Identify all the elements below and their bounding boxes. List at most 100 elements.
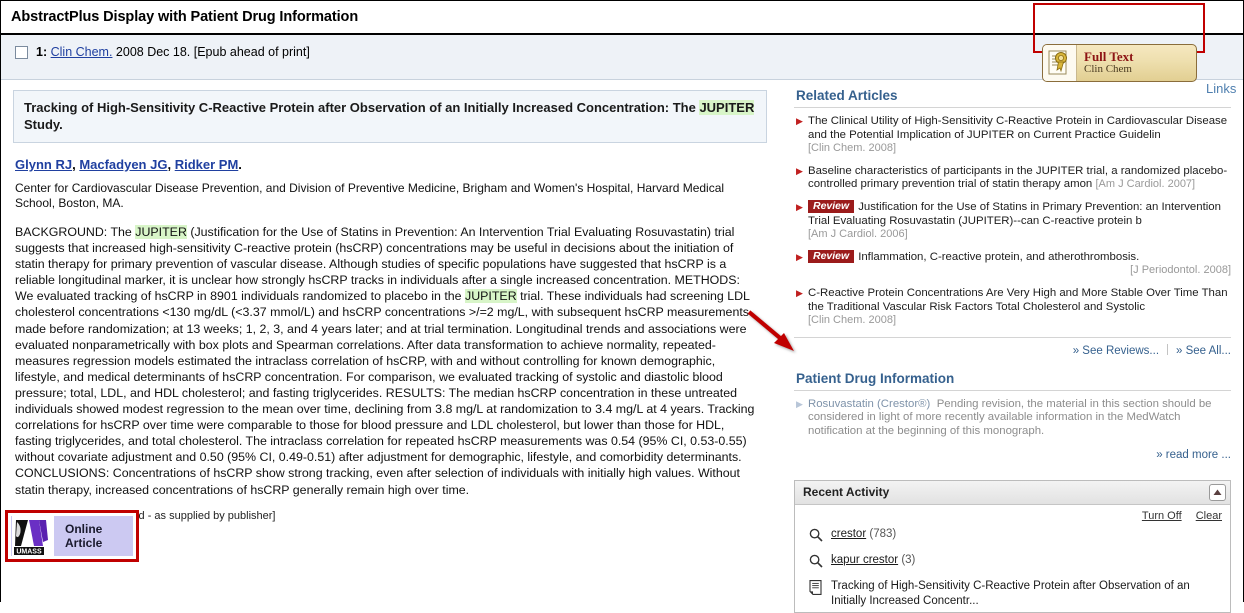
author-link[interactable]: Macfadyen JG — [79, 157, 167, 172]
recent-activity-text: kapur crestor (3) — [831, 553, 915, 568]
journal-link[interactable]: Clin Chem. — [51, 45, 113, 59]
recent-activity-item[interactable]: Tracking of High-Sensitivity C-Reactive … — [795, 576, 1230, 612]
see-reviews-link[interactable]: » See Reviews... — [1073, 345, 1159, 357]
related-article-link[interactable]: Inflammation, C-reactive protein, and at… — [858, 251, 1139, 263]
document-icon — [809, 579, 831, 600]
related-article-source: [J Periodontol. 2008] — [1130, 264, 1231, 277]
certificate-ribbon-icon — [1043, 45, 1077, 81]
bullet-arrow-icon: ▶ — [796, 165, 803, 176]
see-all-link[interactable]: » See All... — [1176, 345, 1231, 357]
online-article-line2: Article — [65, 536, 103, 550]
article-title-pre: Tracking of High-Sensitivity C-Reactive … — [24, 100, 700, 115]
author-sep: , — [167, 157, 175, 172]
related-article-body: Baseline characteristics of participants… — [808, 165, 1231, 192]
full-text-button[interactable]: Full Text Clin Chem — [1042, 44, 1197, 82]
bullet-arrow-icon: ▶ — [796, 201, 803, 212]
search-icon — [809, 553, 831, 573]
full-text-labels: Full Text Clin Chem — [1077, 50, 1134, 75]
page-title: AbstractPlus Display with Patient Drug I… — [11, 9, 359, 25]
patient-drug-information-item[interactable]: ▶ Rosuvastatin (Crestor®) Pending revisi… — [794, 398, 1231, 439]
related-article-source: [Am J Cardiol. 2006] — [808, 228, 908, 241]
recent-activity-header: Recent Activity — [795, 480, 1230, 505]
bullet-arrow-icon: ▶ — [796, 116, 803, 126]
review-badge: Review — [808, 199, 855, 213]
related-articles-list: ▶ The Clinical Utility of High-Sensitivi… — [794, 115, 1231, 328]
recent-activity-actions: Turn Off Clear — [795, 505, 1230, 524]
recent-activity-count: (783) — [869, 527, 897, 540]
related-article-link[interactable]: The Clinical Utility of High-Sensitivity… — [808, 115, 1227, 141]
patient-drug-information-body: Rosuvastatin (Crestor®) Pending revision… — [808, 398, 1231, 439]
links-label[interactable]: Links — [1206, 81, 1236, 96]
related-articles-heading: Related Articles — [796, 88, 898, 103]
read-more-link[interactable]: » read more ... — [1156, 449, 1231, 461]
related-article-item[interactable]: ▶ Review Inflammation, C-reactive protein… — [794, 249, 1231, 278]
online-article-label: Online Article — [54, 522, 102, 550]
related-articles-section: Related Articles ▶ The Clinical Utility … — [794, 88, 1231, 357]
related-article-body: Review Justification for the Use of Stati… — [808, 199, 1231, 242]
bullet-arrow-icon: ▶ — [796, 398, 803, 409]
umass-logo-icon: UMASS — [12, 516, 54, 556]
turn-off-link[interactable]: Turn Off — [1142, 510, 1182, 522]
article-title-highlight: JUPITER — [699, 100, 755, 115]
recent-activity-link[interactable]: kapur crestor — [831, 554, 898, 566]
abstract-highlight-1: JUPITER — [135, 225, 187, 239]
related-article-body: C-Reactive Protein Concentrations Are Ve… — [808, 287, 1231, 328]
related-article-source: [Clin Chem. 2008] — [808, 314, 897, 327]
body-columns: Tracking of High-Sensitivity C-Reactive … — [1, 80, 1243, 613]
article-title-post: Study. — [24, 117, 63, 132]
recent-activity-text[interactable]: Tracking of High-Sensitivity C-Reactive … — [831, 579, 1222, 609]
online-article-line1: Online — [65, 522, 103, 536]
author-link[interactable]: Ridker PM — [175, 157, 239, 172]
patient-drug-information-footer: » read more ... — [794, 449, 1231, 461]
recent-activity-link[interactable]: crestor — [831, 528, 866, 540]
recent-activity-text: crestor (783) — [831, 527, 896, 542]
collapse-panel-button[interactable] — [1209, 483, 1226, 501]
footer-divider — [1167, 343, 1169, 355]
online-article-button[interactable]: UMASS Online Article — [11, 516, 133, 556]
recent-activity-panel: Recent Activity Turn Off Clear crestor (… — [794, 479, 1231, 613]
related-article-item[interactable]: ▶ Review Justification for the Use of Sta… — [794, 199, 1231, 242]
related-article-link[interactable]: C-Reactive Protein Concentrations Are Ve… — [808, 287, 1228, 313]
citation-rest: 2008 Dec 18. [Epub ahead of print] — [112, 45, 310, 59]
sidebar-column: Related Articles ▶ The Clinical Utility … — [781, 80, 1243, 613]
select-record-checkbox[interactable] — [15, 46, 28, 59]
related-article-body: Review Inflammation, C-reactive protein, … — [808, 249, 1231, 278]
author-sep: . — [238, 157, 242, 172]
recent-activity-item[interactable]: crestor (783) — [795, 524, 1230, 550]
recent-activity-item[interactable]: kapur crestor (3) — [795, 550, 1230, 576]
drug-name: Rosuvastatin (Crestor®) — [808, 397, 931, 410]
related-article-body: The Clinical Utility of High-Sensitivity… — [808, 115, 1231, 156]
article-title: Tracking of High-Sensitivity C-Reactive … — [24, 99, 756, 133]
record-number: 1: — [36, 45, 48, 59]
author-list: Glynn RJ, Macfadyen JG, Ridker PM. — [15, 157, 767, 172]
related-article-item[interactable]: ▶ The Clinical Utility of High-Sensitivi… — [794, 115, 1231, 156]
chevron-up-icon — [1213, 489, 1222, 495]
related-article-link[interactable]: Justification for the Use of Statins in … — [808, 201, 1221, 227]
abstract-part-3: trial. These individuals had screening L… — [15, 289, 755, 497]
patient-drug-information-heading: Patient Drug Information — [796, 370, 955, 386]
online-article-annotation-box: UMASS Online Article — [5, 510, 139, 562]
abstract-text: BACKGROUND: The JUPITER (Justification f… — [15, 224, 757, 498]
full-text-title: Full Text — [1084, 49, 1134, 65]
search-icon — [809, 527, 831, 547]
full-text-subtitle: Clin Chem — [1084, 63, 1132, 76]
clear-link[interactable]: Clear — [1196, 510, 1222, 522]
recent-activity-heading: Recent Activity — [803, 485, 890, 499]
abstract-part-1: BACKGROUND: The — [15, 225, 136, 239]
related-article-item[interactable]: ▶ Baseline characteristics of participan… — [794, 165, 1231, 192]
section-divider — [794, 389, 1231, 391]
review-badge: Review — [808, 249, 855, 263]
page-root: AbstractPlus Display with Patient Drug I… — [0, 0, 1244, 613]
main-content-column: Tracking of High-Sensitivity C-Reactive … — [1, 80, 781, 601]
patient-drug-information-section: Patient Drug Information ▶ Rosuvastatin … — [794, 371, 1231, 461]
citation-line: 1: Clin Chem. 2008 Dec 18. [Epub ahead o… — [36, 44, 310, 60]
bullet-arrow-icon: ▶ — [796, 287, 803, 298]
author-link[interactable]: Glynn RJ — [15, 157, 72, 172]
abstract-highlight-2: JUPITER — [465, 289, 517, 304]
related-articles-footer: » See Reviews... » See All... — [794, 336, 1231, 357]
related-article-source: [Clin Chem. 2008] — [808, 142, 897, 155]
related-article-item[interactable]: ▶ C-Reactive Protein Concentrations Are … — [794, 287, 1231, 328]
recent-activity-count: (3) — [901, 553, 916, 566]
bullet-arrow-icon: ▶ — [796, 251, 803, 262]
author-affiliation: Center for Cardiovascular Disease Preven… — [15, 181, 725, 210]
